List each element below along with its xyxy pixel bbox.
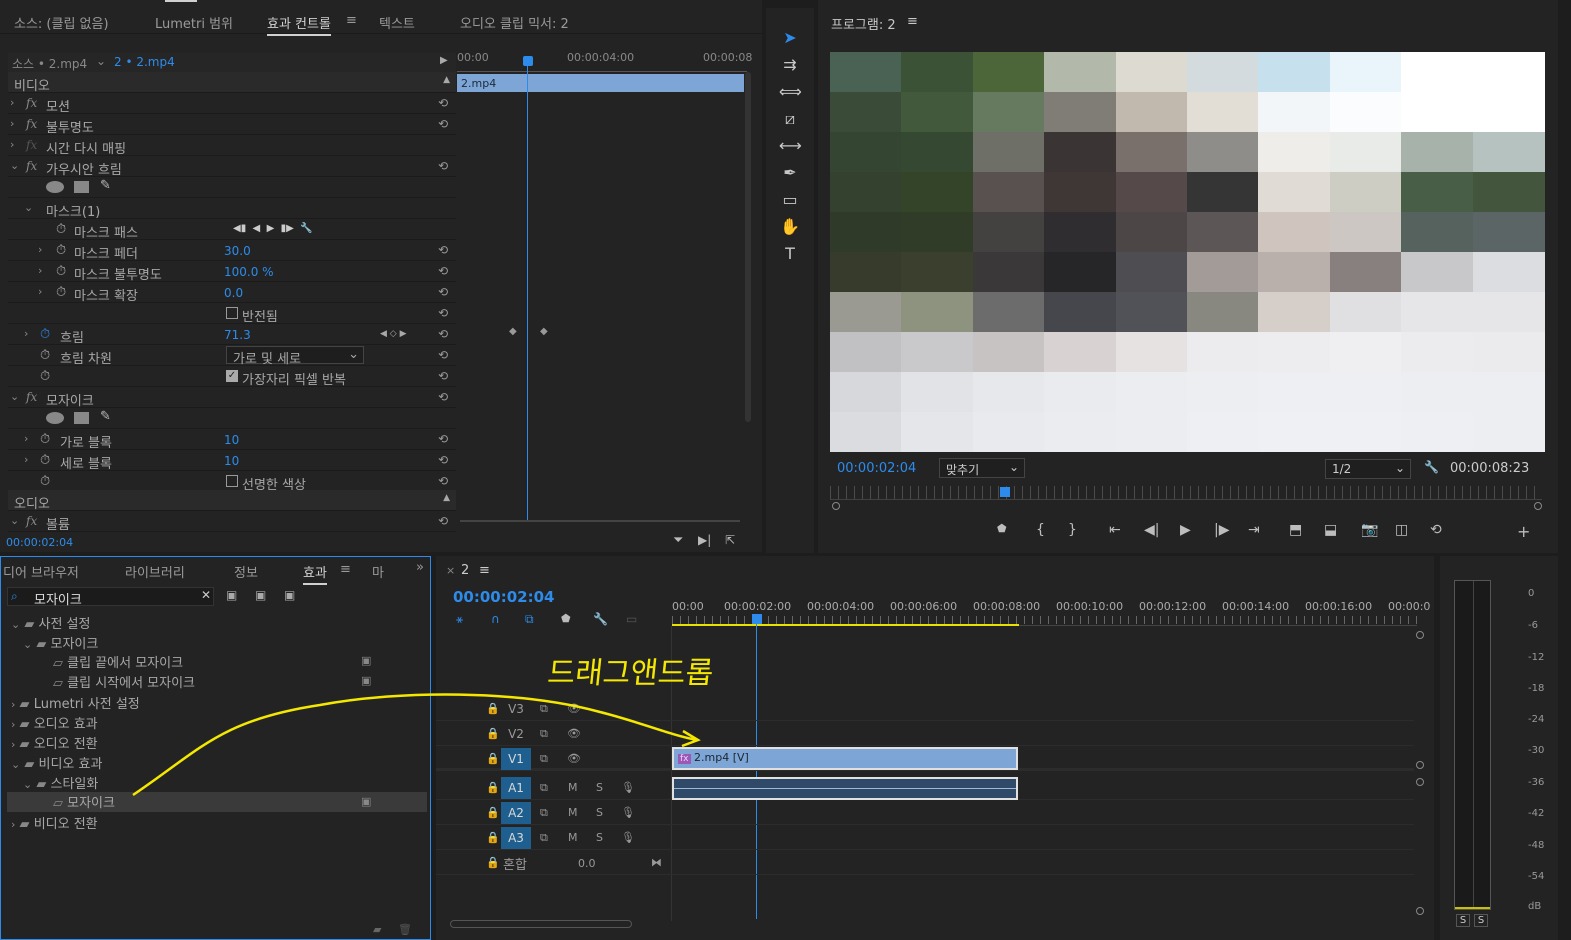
db-label: -36 bbox=[1528, 777, 1545, 788]
db-label: dB bbox=[1528, 901, 1542, 912]
drag-arrow-annotation bbox=[132, 693, 701, 797]
db-label: -30 bbox=[1528, 745, 1545, 756]
solo-buttons: S S bbox=[1454, 912, 1491, 929]
db-label: -54 bbox=[1528, 871, 1545, 882]
db-label: -24 bbox=[1528, 714, 1545, 725]
db-label: -18 bbox=[1528, 683, 1545, 694]
db-label: -48 bbox=[1528, 840, 1545, 851]
db-label: 0 bbox=[1528, 588, 1535, 599]
db-label: -12 bbox=[1528, 652, 1545, 663]
solo-left-button[interactable]: S bbox=[1456, 914, 1470, 927]
db-label: -6 bbox=[1528, 620, 1538, 631]
db-label: -42 bbox=[1528, 808, 1545, 819]
meter-bar bbox=[1454, 580, 1491, 910]
solo-right-button[interactable]: S bbox=[1474, 914, 1488, 927]
